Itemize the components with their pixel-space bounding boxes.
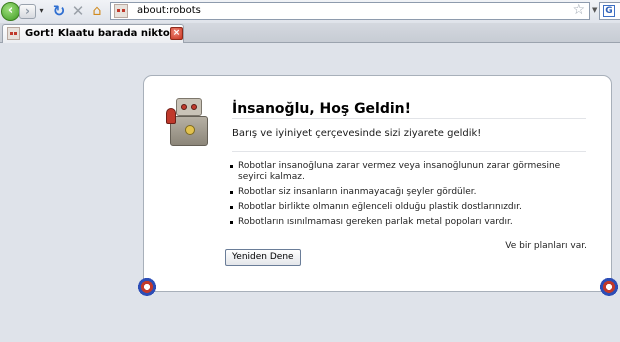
list-item: Robotlar siz insanların inanmayacağı şey… xyxy=(230,187,582,198)
list-item: Robotlar birlikte olmanın eğlenceli oldu… xyxy=(230,202,582,213)
search-engine-icon: G xyxy=(603,5,615,17)
tab-title: Gort! Klaatu barada nikto! xyxy=(25,28,175,39)
list-item: Robotların ısınılmaması gereken parlak m… xyxy=(230,217,582,228)
page-content: İnsanoğlu, Hoş Geldin! Barış ve iyiniyet… xyxy=(0,43,620,342)
tab-close-button[interactable]: × xyxy=(170,27,183,40)
url-dropdown-icon[interactable]: ▼ xyxy=(592,6,597,14)
retry-button[interactable]: Yeniden Dene xyxy=(225,249,301,266)
stop-icon: ✕ xyxy=(71,2,85,20)
error-title: İnsanoğlu, Hoş Geldin! xyxy=(232,101,412,117)
search-engine-button[interactable]: G xyxy=(599,2,620,20)
list-item: Robotlar insanoğluna zarar vermez veya i… xyxy=(230,161,582,183)
address-bar[interactable]: about:robots ☆ xyxy=(110,2,590,20)
forward-button[interactable]: › xyxy=(19,4,36,19)
back-arrow-icon: ‹ xyxy=(7,3,14,18)
reload-button[interactable]: ↻ xyxy=(51,3,67,20)
tab-robots[interactable]: Gort! Klaatu barada nikto! × xyxy=(2,24,184,43)
plan-text: Ve bir planları var. xyxy=(505,241,587,251)
description-divider xyxy=(232,151,586,152)
title-divider xyxy=(232,118,586,119)
corner-orb-right-icon xyxy=(598,277,620,299)
robot-favicon-icon xyxy=(7,27,20,40)
robot-rules-list: Robotlar insanoğluna zarar vermez veya i… xyxy=(230,161,582,232)
url-text[interactable]: about:robots xyxy=(137,3,201,19)
reload-icon: ↻ xyxy=(52,2,66,20)
back-button[interactable]: ‹ xyxy=(1,2,20,21)
bookmark-star-icon[interactable]: ☆ xyxy=(572,2,585,19)
error-short-description: Barış ve iyiniyet çerçevesinde sizi ziya… xyxy=(232,128,482,139)
stop-button[interactable]: ✕ xyxy=(71,3,85,20)
home-button[interactable]: ⌂ xyxy=(89,3,105,20)
corner-orb-left-icon xyxy=(136,277,158,299)
forward-arrow-icon: › xyxy=(25,4,30,18)
history-dropdown-button[interactable]: ▾ xyxy=(37,5,46,17)
site-robot-icon[interactable] xyxy=(114,4,128,18)
navigation-toolbar: ‹ › ▾ ↻ ✕ ⌂ about:robots ☆ ▼ G xyxy=(0,0,620,23)
robot-illustration-icon xyxy=(166,98,214,148)
home-icon: ⌂ xyxy=(92,3,102,19)
history-dropdown-icon: ▾ xyxy=(39,6,44,15)
tab-strip: Gort! Klaatu barada nikto! × xyxy=(0,23,620,43)
error-page-container: İnsanoğlu, Hoş Geldin! Barış ve iyiniyet… xyxy=(143,75,612,292)
